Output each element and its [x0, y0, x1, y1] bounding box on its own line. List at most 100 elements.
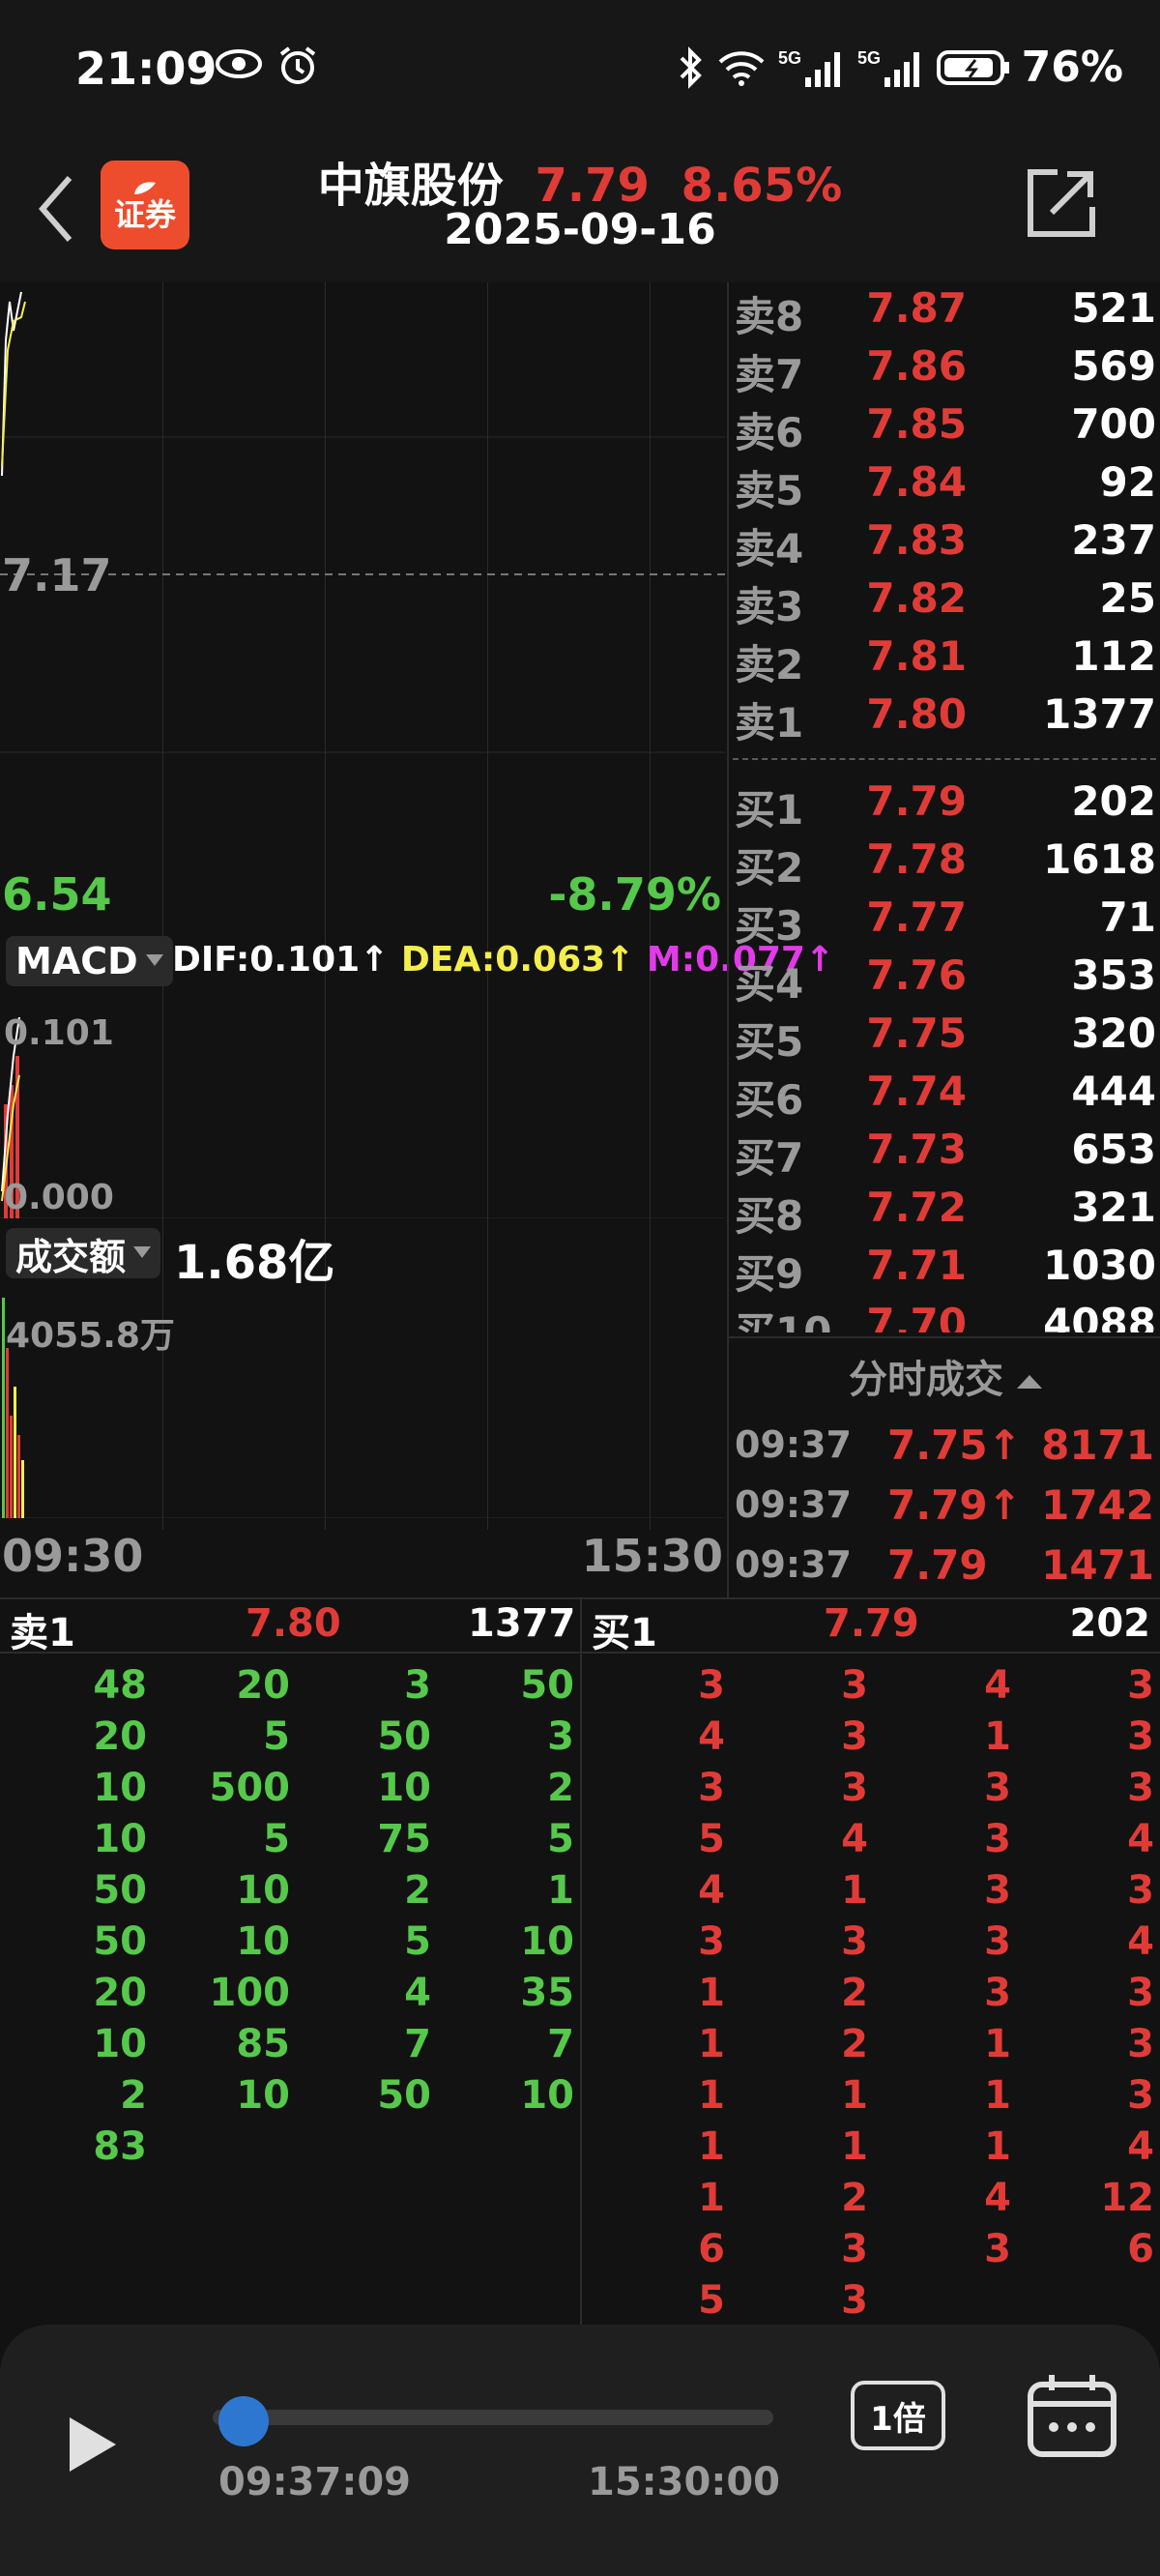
- signal-5g-icon: 5G: [778, 48, 840, 87]
- queue-cell: 3: [841, 1714, 868, 1759]
- bid-list[interactable]: 买1 7.79 202 买2 7.78 1618 买3 7.77 71 买4 7.76 353 …: [729, 776, 1160, 1332]
- volume-label: 成交额: [15, 1235, 127, 1278]
- bid-row: 买5 7.75 320: [735, 1010, 1156, 1066]
- queue-cell: 10: [93, 1817, 147, 1861]
- end-time: 15:30:00: [588, 2460, 780, 2504]
- queue-cell: 3: [841, 1663, 868, 1708]
- queue-cell: 4: [984, 2176, 1011, 2220]
- volume-total: 1.68亿: [174, 1236, 335, 1290]
- price-ref-label: 7.17: [2, 549, 112, 601]
- macd-label: MACD: [15, 940, 138, 982]
- queue-cell: 50: [93, 1868, 147, 1913]
- queue-cell: 1: [841, 1868, 868, 1913]
- queue-cell: 83: [93, 2124, 147, 2169]
- queue-buy-label: 买1: [592, 1611, 657, 1655]
- share-icon[interactable]: [1023, 164, 1100, 242]
- ask-row: 卖7 7.86 569: [735, 342, 1156, 398]
- queue-cell: 5: [263, 1714, 290, 1759]
- time-start-label: 09:30: [2, 1530, 144, 1582]
- queue-cell: 4: [841, 1817, 868, 1861]
- replay-player: 09:37:09 15:30:00 1倍: [0, 2325, 1160, 2576]
- macd-max-label: 0.101: [4, 1013, 114, 1053]
- queue-cell: 1: [547, 1868, 574, 1913]
- intraday-chart[interactable]: 7.17 6.54 -8.79% MACD DIF:0.101↑ DEA:0.0…: [0, 282, 834, 1597]
- queue-cell: 2: [120, 2073, 147, 2118]
- queue-cell: 20: [236, 1663, 290, 1708]
- queue-cell: 3: [547, 1714, 574, 1759]
- price-pane: [0, 291, 725, 753]
- queue-cell: 1: [698, 2073, 725, 2118]
- status-bar: 21:09 5G 5G 76%: [0, 0, 1160, 145]
- queue-cell: 4: [1127, 1817, 1154, 1861]
- bid-row: 买6 7.74 444: [735, 1068, 1156, 1124]
- queue-cell: 10: [236, 1868, 290, 1913]
- queue-cell: 4: [404, 1971, 431, 2015]
- volume-selector[interactable]: 成交额: [6, 1228, 161, 1278]
- queue-cell: 2: [841, 2022, 868, 2066]
- bid-row: 买3 7.77 71: [735, 893, 1156, 950]
- queue-cell: 100: [209, 1971, 291, 2015]
- queue-cell: 5: [404, 1919, 431, 1964]
- bid-row: 买1 7.79 202: [735, 777, 1156, 834]
- queue-cell: 3: [841, 1919, 868, 1964]
- tick-row: 09:37 7.79↑ 1742: [735, 1481, 1154, 1529]
- queue-cell: 3: [984, 1919, 1011, 1964]
- ask-row: 卖4 7.83 237: [735, 516, 1156, 572]
- queue-sell-price: 7.80: [246, 1601, 341, 1646]
- time-end-label: 15:30: [581, 1530, 723, 1582]
- queue-cell: 2: [404, 1868, 431, 1913]
- queue-cell: 3: [984, 1766, 1011, 1810]
- ask-row: 卖2 7.81 112: [735, 632, 1156, 688]
- queue-cell: 7: [547, 2022, 574, 2066]
- ask-row: 卖8 7.87 521: [735, 284, 1156, 340]
- queue-cell: 20: [93, 1714, 147, 1759]
- ask-row: 卖5 7.84 92: [735, 458, 1156, 514]
- queue-cell: 48: [93, 1663, 147, 1708]
- bid-row: 买8 7.72 321: [735, 1184, 1156, 1240]
- queue-buy-price: 7.79: [824, 1601, 919, 1646]
- queue-cell: 5: [698, 2278, 725, 2323]
- queue-cell: 1: [698, 2022, 725, 2066]
- queue-cell: 1: [984, 2124, 1011, 2169]
- progress-track[interactable]: [213, 2410, 773, 2425]
- queue-cell: 1: [698, 2124, 725, 2169]
- queue-cell: 500: [209, 1766, 291, 1810]
- tick-row: 09:37 7.75↑ 8171: [735, 1421, 1154, 1469]
- queue-sell-vol: 1377: [468, 1601, 576, 1646]
- wifi-icon: [718, 50, 765, 86]
- queue-cell: 2: [841, 1971, 868, 2015]
- battery-level: 76%: [1021, 43, 1123, 92]
- queue-cell: 4: [984, 1663, 1011, 1708]
- queue-cell: 50: [93, 1919, 147, 1964]
- alarm-icon: [279, 46, 316, 84]
- play-icon[interactable]: [66, 2414, 120, 2475]
- svg-text:5G: 5G: [857, 48, 881, 68]
- queue-cell: 5: [263, 1817, 290, 1861]
- macd-dif: DIF:0.101↑: [172, 940, 390, 980]
- ticks-toggle[interactable]: 分时成交: [729, 1348, 1160, 1404]
- current-time: 09:37:09: [218, 2460, 411, 2504]
- svg-text:5G: 5G: [778, 48, 801, 68]
- bid-row: 买4 7.76 353: [735, 951, 1156, 1008]
- caret-up-icon: [1016, 1375, 1042, 1389]
- eye-icon: [216, 49, 262, 78]
- progress-knob[interactable]: [218, 2396, 269, 2446]
- speed-button[interactable]: 1倍: [851, 2381, 945, 2450]
- macd-selector[interactable]: MACD: [6, 936, 173, 986]
- dropdown-icon: [145, 954, 163, 966]
- queue-cell: 3: [1127, 1714, 1154, 1759]
- bid-row: 买10 7.70 4088: [735, 1300, 1156, 1332]
- queue-cell: 3: [1127, 1766, 1154, 1810]
- queue-cell: 2: [547, 1766, 574, 1810]
- replay-date: 2025-09-16: [444, 205, 716, 254]
- signal-5g-icon: 5G: [857, 48, 919, 87]
- calendar-icon[interactable]: [1027, 2373, 1117, 2458]
- queue-cell: 10: [520, 1919, 574, 1964]
- volume-max-label: 4055.8万: [6, 1316, 175, 1356]
- macd-dea: DEA:0.063↑: [400, 940, 635, 980]
- volume-header: 成交额 1.68亿: [0, 1222, 725, 1290]
- queue-cell: 3: [984, 2227, 1011, 2271]
- queue-cell: 3: [1127, 1663, 1154, 1708]
- ask-row: 卖6 7.85 700: [735, 400, 1156, 456]
- queue-cell: 5: [698, 1817, 725, 1861]
